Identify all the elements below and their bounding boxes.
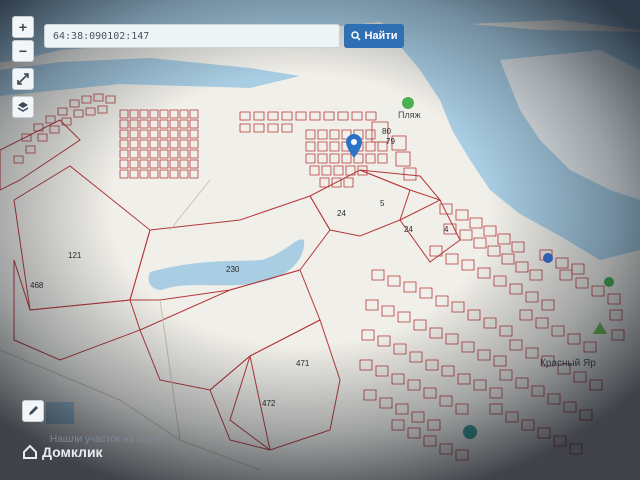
draw-button[interactable] [22,400,44,422]
parcel-label: 471 [296,359,310,368]
brand-name: Домклик [42,444,103,460]
map-screen: 80 79 24 5 24 4 121 468 230 471 472 Пляж… [0,0,640,480]
parcel-label: 468 [30,281,44,290]
cadastral-search-input[interactable]: 64:38:090102:147 [44,24,340,48]
parcel-label: 24 [404,225,413,234]
place-label-beach: Пляж [398,110,421,120]
parcel-label: 79 [386,137,395,146]
search-button-label: Найти [364,30,398,42]
fullscreen-button[interactable] [12,68,34,90]
place-label-krasny-yar: Красный Яр [540,358,596,369]
zoom-in-button[interactable]: + [12,16,34,38]
parcel-label: 121 [68,251,82,260]
parcel-label: 230 [226,265,240,274]
expand-icon [17,73,29,85]
parcel-label: 24 [337,209,346,218]
search-button[interactable]: Найти [344,24,404,48]
zoom-in-icon: + [18,19,28,35]
zoom-out-icon: − [18,43,28,59]
layers-icon [17,102,29,112]
zoom-out-button[interactable]: − [12,40,34,62]
parcel-label: 5 [380,199,385,208]
parcel-label: 4 [444,225,449,234]
pencil-icon [29,406,38,415]
house-logo-icon [23,444,37,459]
brand-logo: Домклик [22,444,103,460]
beach-poi-icon [402,97,414,109]
parcel-label: 472 [262,399,276,408]
parcel-label: 80 [382,127,391,136]
cadastral-map[interactable]: 80 79 24 5 24 4 121 468 230 471 472 Пляж… [0,0,640,480]
layers-button[interactable] [12,96,34,118]
search-icon [350,31,361,41]
